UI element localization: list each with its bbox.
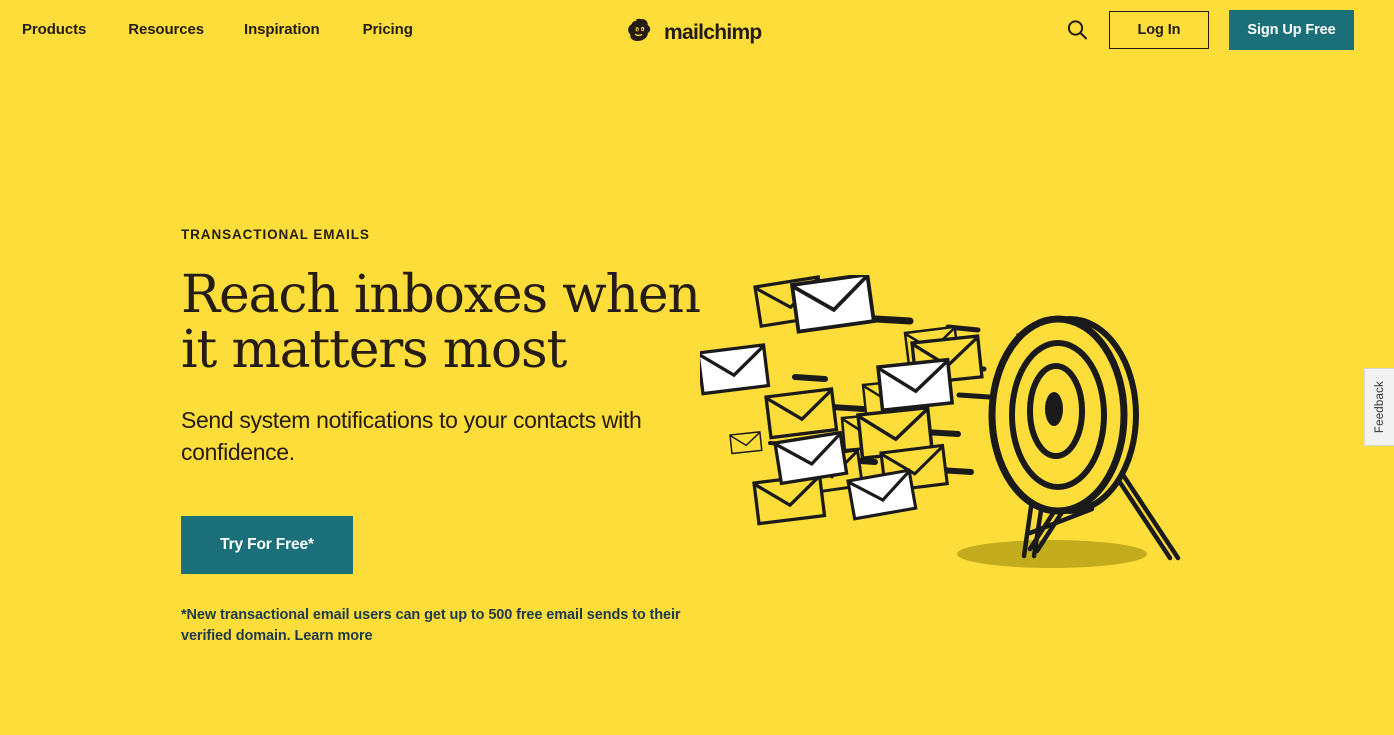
hero-subtitle: Send system notifications to your contac… bbox=[181, 406, 642, 466]
hero-footnote: *New transactional email users can get u… bbox=[181, 605, 681, 648]
hero-eyebrow: TRANSACTIONAL EMAILS bbox=[181, 227, 370, 242]
learn-more-link[interactable]: Learn more bbox=[295, 628, 373, 644]
nav-item-resources[interactable]: Resources bbox=[128, 20, 204, 40]
site-header: Products Resources Inspiration Pricing m… bbox=[0, 0, 1394, 60]
feedback-tab-label: Feedback bbox=[1373, 380, 1386, 434]
feedback-tab[interactable]: Feedback bbox=[1364, 368, 1394, 446]
nav-item-inspiration[interactable]: Inspiration bbox=[244, 20, 320, 40]
signup-button[interactable]: Sign Up Free bbox=[1229, 10, 1354, 50]
mailchimp-logo[interactable]: mailchimp bbox=[624, 13, 762, 52]
page-title: Reach inboxes when it matters most bbox=[181, 264, 701, 380]
mailchimp-freddie-icon bbox=[624, 13, 658, 52]
page-root: Products Resources Inspiration Pricing m… bbox=[0, 0, 1394, 735]
nav-item-products[interactable]: Products bbox=[22, 20, 86, 40]
try-for-free-button[interactable]: Try For Free* bbox=[181, 516, 353, 575]
search-icon[interactable] bbox=[1063, 16, 1091, 44]
envelopes-to-target-illustration bbox=[700, 275, 1200, 580]
nav-item-pricing[interactable]: Pricing bbox=[363, 20, 413, 40]
footnote-text: *New transactional email users can get u… bbox=[181, 607, 681, 645]
logo-wordmark: mailchimp bbox=[664, 21, 762, 44]
login-button[interactable]: Log In bbox=[1109, 11, 1209, 49]
primary-navigation: Products Resources Inspiration Pricing bbox=[22, 20, 413, 40]
hero-section: TRANSACTIONAL EMAILS Reach inboxes when … bbox=[181, 228, 701, 648]
